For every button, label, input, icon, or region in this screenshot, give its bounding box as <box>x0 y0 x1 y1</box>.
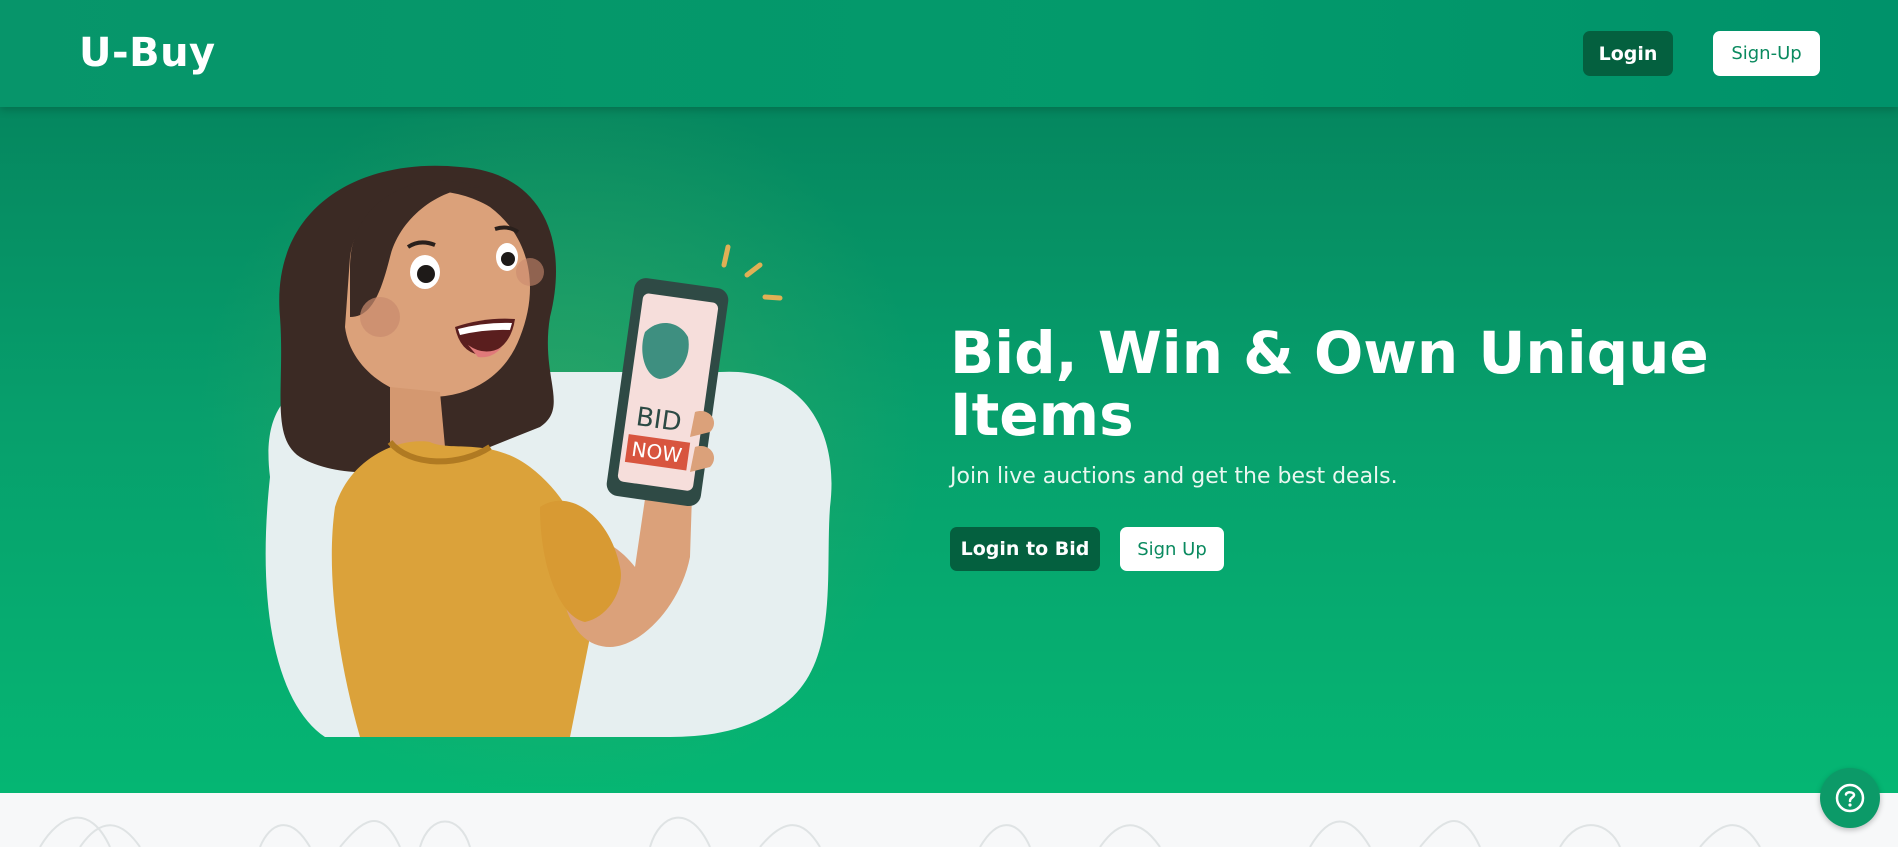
nav-signup-button[interactable]: Sign-Up <box>1713 31 1820 76</box>
phone-bid-text: BID <box>634 402 683 438</box>
top-navbar: U-Buy Login Sign-Up <box>0 0 1898 107</box>
help-button[interactable] <box>1820 768 1880 828</box>
nav-login-button[interactable]: Login <box>1583 31 1673 76</box>
help-icon <box>1835 783 1865 813</box>
brand-logo[interactable]: U-Buy <box>79 30 216 76</box>
hero-subtitle: Join live auctions and get the best deal… <box>950 464 1398 489</box>
hero-signup-button[interactable]: Sign Up <box>1120 527 1224 571</box>
hero-section: BID NOW Bid, Win & Own Unique Items Join… <box>0 107 1898 793</box>
woman-with-phone-illustration: BID NOW <box>265 165 832 737</box>
topographic-pattern <box>39 816 1761 847</box>
hero-title: Bid, Win & Own Unique Items <box>950 319 1709 449</box>
login-to-bid-button[interactable]: Login to Bid <box>950 527 1100 571</box>
decorative-pattern-section <box>0 793 1898 847</box>
